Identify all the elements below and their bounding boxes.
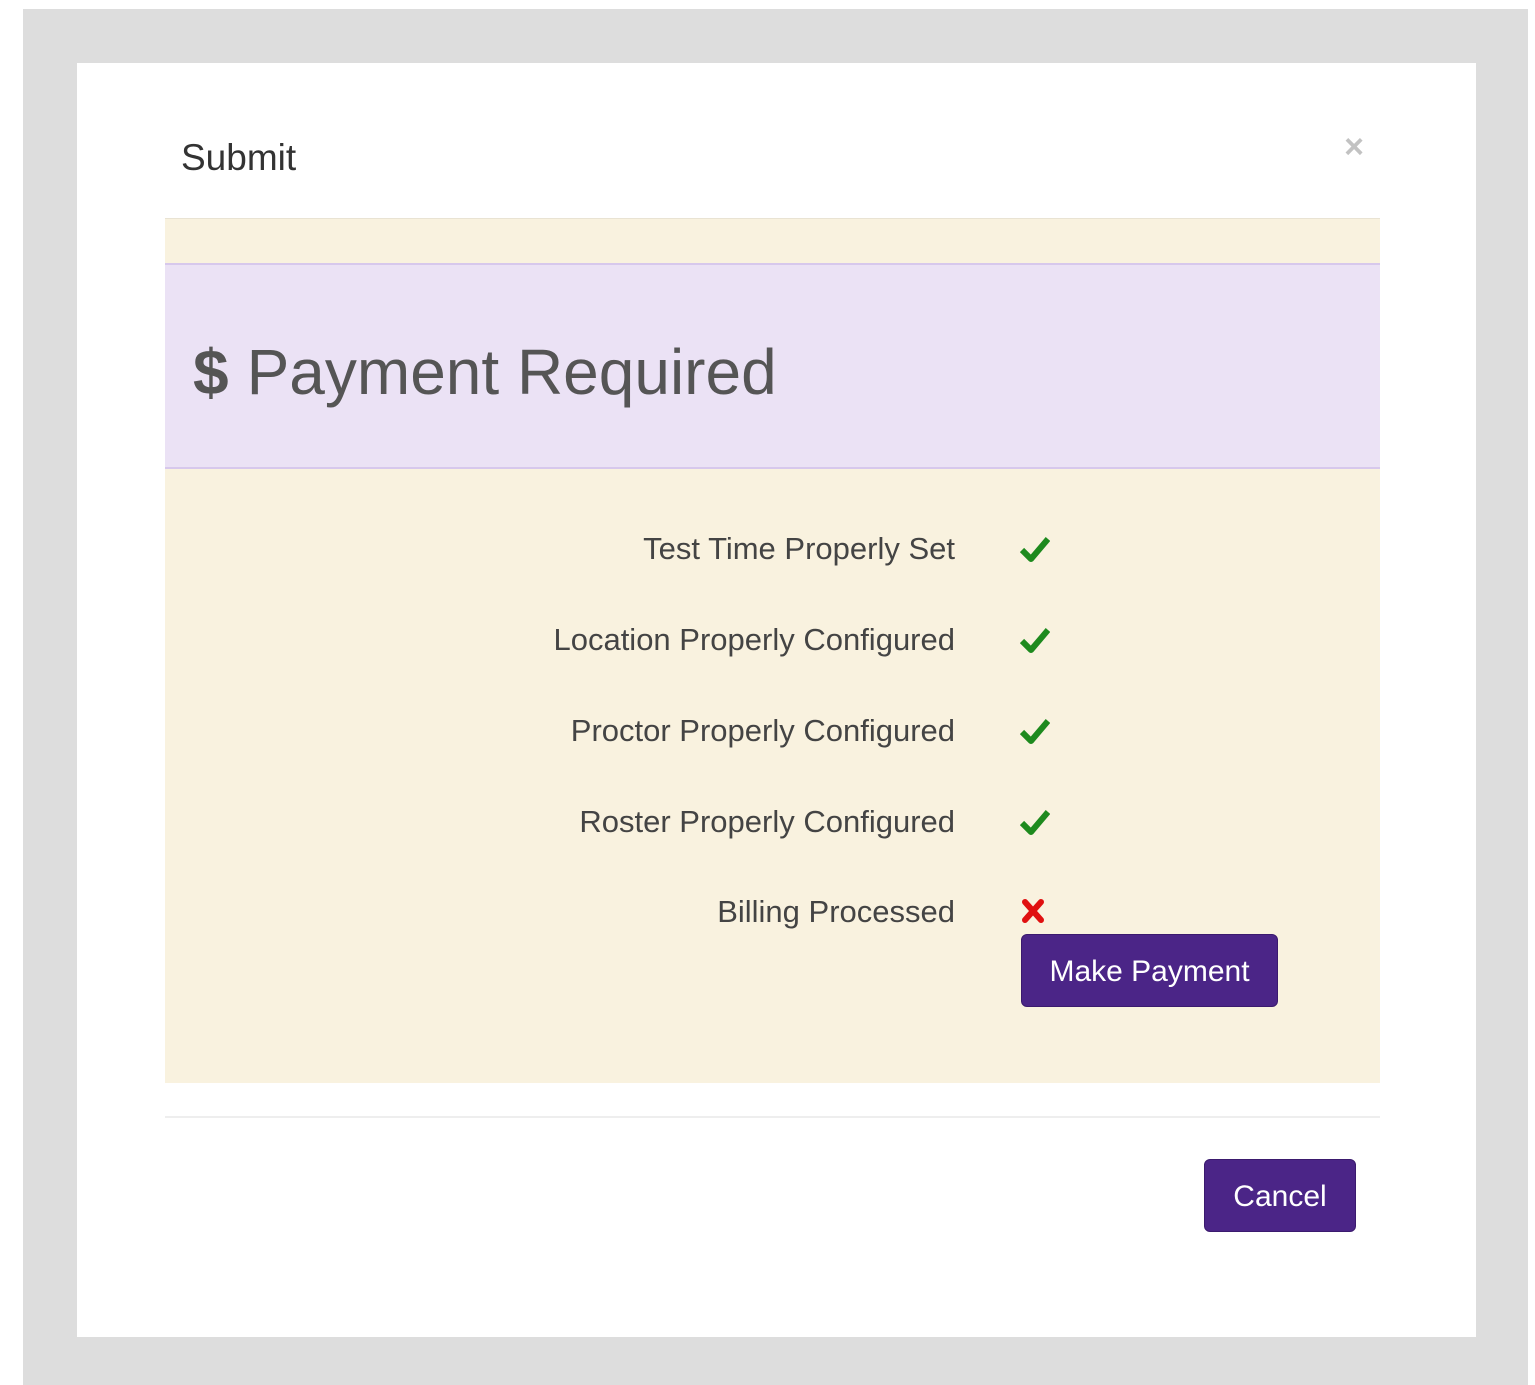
- checklist-item: Test Time Properly Set: [165, 529, 1380, 569]
- dollar-icon: $: [193, 336, 229, 408]
- checkmark-icon: [1020, 537, 1050, 562]
- make-payment-button[interactable]: Make Payment: [1021, 934, 1278, 1007]
- cancel-button[interactable]: Cancel: [1204, 1159, 1356, 1232]
- checklist-item: Proctor Properly Configured: [165, 711, 1380, 751]
- checklist-item: Roster Properly Configured: [165, 802, 1380, 842]
- footer-divider: [165, 1116, 1380, 1118]
- checkmark-icon: [1020, 719, 1050, 744]
- banner-title-text: Payment Required: [246, 336, 777, 408]
- checklist-item: Location Properly Configured: [165, 620, 1380, 660]
- close-button[interactable]: ×: [1339, 129, 1369, 165]
- checklist-item-label: Roster Properly Configured: [579, 804, 955, 839]
- checklist-item-label: Billing Processed: [717, 894, 955, 929]
- checklist-item-label: Test Time Properly Set: [643, 531, 955, 566]
- dialog-title: Submit: [181, 137, 297, 178]
- submit-dialog: Submit × $ Payment Required Test Time Pro…: [77, 63, 1476, 1337]
- checkmark-icon: [1020, 628, 1050, 653]
- checklist-item-label: Location Properly Configured: [553, 622, 955, 657]
- checkmark-icon: [1020, 810, 1050, 835]
- cross-icon: [1022, 899, 1044, 923]
- checklist-item-label: Proctor Properly Configured: [570, 713, 955, 748]
- payment-required-banner: $ Payment Required: [165, 263, 1380, 469]
- checklist-item: Billing Processed: [165, 892, 1380, 932]
- banner-title: $ Payment Required: [193, 335, 777, 409]
- dialog-body: $ Payment Required Test Time Properly Set…: [165, 219, 1380, 1083]
